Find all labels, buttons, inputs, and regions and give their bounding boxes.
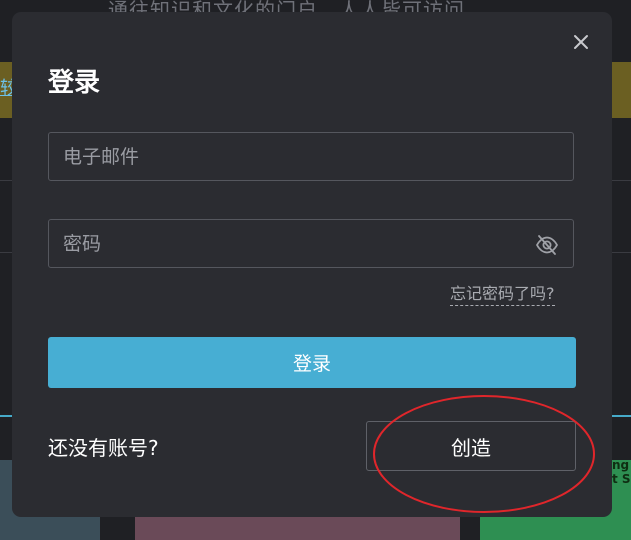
create-account-button[interactable]: 创造 [366,421,576,471]
email-field[interactable] [48,132,574,181]
login-button[interactable]: 登录 [48,337,576,388]
login-modal: 登录 忘记密码了吗? 登录 还没有账号? 创造 [12,12,612,517]
password-field[interactable] [48,219,574,268]
eye-slash-icon[interactable] [534,232,560,258]
no-account-label: 还没有账号? [48,436,159,460]
email-input[interactable] [49,133,573,180]
modal-title: 登录 [48,68,101,98]
forgot-password-link[interactable]: 忘记密码了吗? [450,280,555,306]
close-icon [574,35,588,49]
password-input[interactable] [49,220,573,267]
close-button[interactable] [569,30,593,54]
background-thumbnail-text: ng t S [612,458,631,486]
